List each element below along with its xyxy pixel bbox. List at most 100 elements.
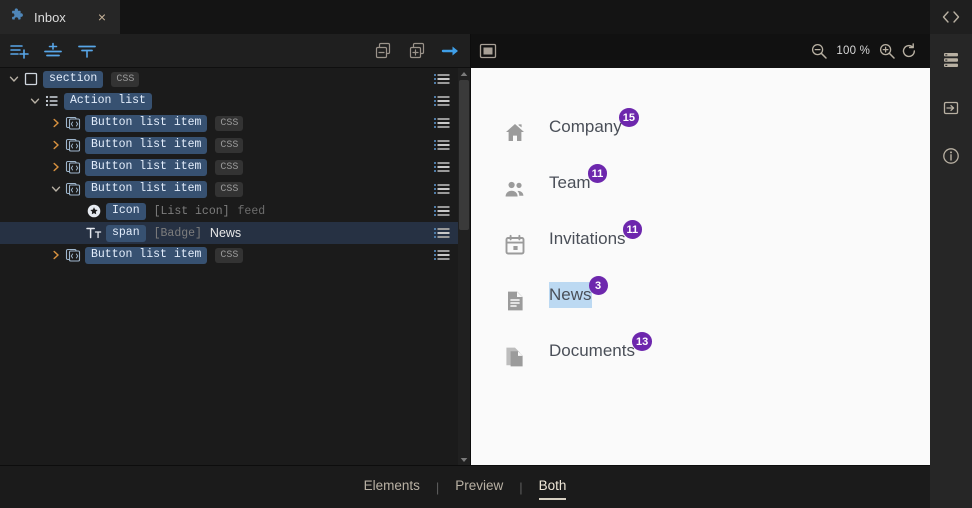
tab-strip: Inbox × xyxy=(0,0,930,34)
row-menu-icon xyxy=(434,95,450,107)
chevron-down-icon[interactable] xyxy=(27,93,43,109)
tree-row[interactable]: Action list xyxy=(0,90,458,112)
tab-strip-empty xyxy=(120,0,930,34)
css-badge[interactable]: CSS xyxy=(215,115,244,131)
nav-item[interactable]: Team 11 xyxy=(503,164,930,226)
tree-row[interactable]: Button list item CSS xyxy=(0,156,458,178)
nav-label-wrap: Documents 13 xyxy=(549,332,653,364)
chevron-right-icon xyxy=(50,117,62,129)
nav-item[interactable]: Invitations 11 xyxy=(503,220,930,282)
square-outline-icon xyxy=(22,71,40,87)
chevron-right-icon[interactable] xyxy=(48,159,64,175)
chevron-right-icon xyxy=(50,249,62,261)
row-menu-icon xyxy=(434,183,450,195)
row-menu-icon[interactable] xyxy=(434,161,450,173)
close-icon[interactable]: × xyxy=(94,9,110,25)
component-code-icon xyxy=(65,159,81,175)
tree-row[interactable]: Button list item CSS xyxy=(0,244,458,266)
collapse-all-icon[interactable] xyxy=(372,40,394,62)
view-mode-tab[interactable]: Elements xyxy=(350,474,434,501)
zoom-out-icon[interactable] xyxy=(808,40,830,62)
zoom-in-icon[interactable] xyxy=(876,40,898,62)
people-icon xyxy=(503,176,537,202)
node-meta-label: [Badge] xyxy=(153,226,202,240)
view-mode-tab[interactable]: Both xyxy=(525,474,581,501)
right-rail xyxy=(930,34,972,508)
preview-toolbar: 100 % xyxy=(471,34,930,68)
tab-inbox[interactable]: Inbox × xyxy=(0,0,120,34)
nav-item-label: Team xyxy=(549,173,591,192)
nav-item[interactable]: Company 15 xyxy=(503,108,930,170)
expand-all-icon[interactable] xyxy=(406,40,428,62)
square-outline-icon xyxy=(23,71,39,87)
row-menu-icon[interactable] xyxy=(434,249,450,261)
row-menu-icon xyxy=(434,205,450,217)
viewport-frame-icon[interactable] xyxy=(477,40,499,62)
row-menu-icon[interactable] xyxy=(434,73,450,85)
node-tag-label: Action list xyxy=(64,92,152,110)
component-code-icon xyxy=(64,137,82,153)
scrollbar-thumb[interactable] xyxy=(459,80,469,230)
view-mode-tab[interactable]: Preview xyxy=(441,474,517,501)
css-badge[interactable]: CSS xyxy=(215,159,244,175)
tree-row[interactable]: span [Badge] News xyxy=(0,222,458,244)
nav-item-badge: 15 xyxy=(618,108,640,127)
chevron-right-icon[interactable] xyxy=(48,115,64,131)
chevron-down-icon xyxy=(8,73,20,85)
scroll-up-arrow-icon[interactable] xyxy=(458,68,470,80)
nav-label-wrap: Company 15 xyxy=(549,108,640,140)
chevron-down-icon xyxy=(29,95,41,107)
code-brackets-icon[interactable] xyxy=(930,0,972,34)
chevron-down-icon xyxy=(50,183,62,195)
copy-docs-icon xyxy=(503,345,527,369)
puzzle-piece-icon xyxy=(10,7,26,28)
row-menu-icon xyxy=(434,139,450,151)
chevron-down-icon[interactable] xyxy=(48,181,64,197)
add-list-item-icon[interactable] xyxy=(8,40,30,62)
refresh-icon[interactable] xyxy=(898,40,920,62)
nav-item-badge: 3 xyxy=(588,276,608,295)
tree-row[interactable]: Icon [List icon] feed xyxy=(0,200,458,222)
row-menu-icon[interactable] xyxy=(434,95,450,107)
info-circle-icon[interactable] xyxy=(930,134,972,178)
import-box-arrow-icon[interactable] xyxy=(930,86,972,130)
jump-to-icon[interactable] xyxy=(440,40,462,62)
row-menu-icon[interactable] xyxy=(434,227,450,239)
tree-row[interactable]: Button list item CSS xyxy=(0,178,458,200)
css-badge[interactable]: CSS xyxy=(111,71,140,87)
css-badge[interactable]: CSS xyxy=(215,181,244,197)
row-menu-icon[interactable] xyxy=(434,117,450,129)
elements-toolbar xyxy=(0,34,470,68)
tree-scrollbar[interactable] xyxy=(458,68,470,466)
nav-label-wrap: Team 11 xyxy=(549,164,608,196)
nav-item[interactable]: News 3 xyxy=(503,276,930,338)
row-menu-icon[interactable] xyxy=(434,183,450,195)
home-icon xyxy=(503,121,527,145)
nav-item[interactable]: Documents 13 xyxy=(503,332,930,394)
node-tag-label: span xyxy=(106,224,146,242)
tree-row[interactable]: Button list item CSS xyxy=(0,112,458,134)
css-badge[interactable]: CSS xyxy=(215,137,244,153)
css-badge[interactable]: CSS xyxy=(215,247,244,263)
chevron-right-icon xyxy=(50,139,62,151)
tree-row[interactable]: section CSS xyxy=(0,68,458,90)
star-circle-icon xyxy=(86,203,102,219)
align-distribute-icon[interactable] xyxy=(76,40,98,62)
component-code-icon xyxy=(65,247,81,263)
chevron-right-icon[interactable] xyxy=(48,137,64,153)
component-code-icon xyxy=(65,181,81,197)
element-tree-scroll-area: section CSS Action list Button list item CSS… xyxy=(0,68,470,466)
row-menu-icon[interactable] xyxy=(434,205,450,217)
layers-list-icon[interactable] xyxy=(930,38,972,82)
chevron-down-icon[interactable] xyxy=(6,71,22,87)
article-icon xyxy=(503,288,537,314)
row-menu-icon xyxy=(434,249,450,261)
nav-label-wrap: News 3 xyxy=(549,276,608,308)
chevron-right-icon xyxy=(50,161,62,173)
scrollbar-track[interactable] xyxy=(458,80,470,454)
tree-row[interactable]: Button list item CSS xyxy=(0,134,458,156)
row-menu-icon[interactable] xyxy=(434,139,450,151)
chevron-right-icon[interactable] xyxy=(48,247,64,263)
devtools-window: Inbox × section CSS Action list Button l… xyxy=(0,0,972,508)
insert-between-icon[interactable] xyxy=(42,40,64,62)
